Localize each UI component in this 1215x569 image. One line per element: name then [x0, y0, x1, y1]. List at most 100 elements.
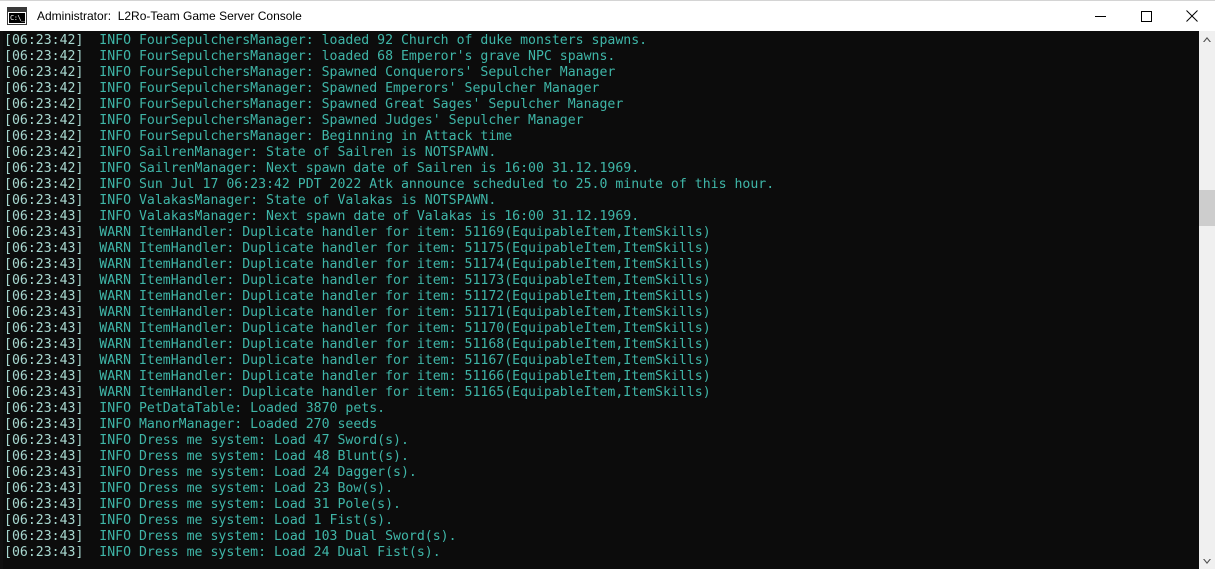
console-log-line: [06:23:42] INFO FourSepulchersManager: l…	[4, 49, 1194, 65]
window-controls	[1077, 1, 1215, 32]
log-message: WARN ItemHandler: Duplicate handler for …	[83, 241, 711, 256]
log-message: INFO Dress me system: Load 48 Blunt(s).	[83, 449, 409, 464]
chevron-down-icon	[1203, 558, 1211, 564]
log-message: WARN ItemHandler: Duplicate handler for …	[83, 305, 711, 320]
console-log-line: [06:23:42] INFO SailrenManager: State of…	[4, 145, 1194, 161]
log-timestamp: [06:23:42]	[4, 65, 84, 80]
console-log-line: [06:23:43] WARN ItemHandler: Duplicate h…	[4, 273, 1194, 289]
log-message: INFO ValakasManager: State of Valakas is…	[83, 193, 497, 208]
log-timestamp: [06:23:43]	[4, 337, 84, 352]
log-timestamp: [06:23:42]	[4, 81, 84, 96]
log-message: INFO FourSepulchersManager: loaded 68 Em…	[83, 49, 616, 64]
log-timestamp: [06:23:43]	[4, 529, 84, 544]
minimize-icon	[1094, 15, 1106, 17]
log-timestamp: [06:23:42]	[4, 97, 84, 112]
log-message: INFO Dress me system: Load 24 Dual Fist(…	[83, 545, 441, 560]
close-icon	[1186, 10, 1198, 22]
log-timestamp: [06:23:43]	[4, 209, 84, 224]
console-log-lines: [06:23:42] INFO FourSepulchersManager: l…	[4, 33, 1194, 561]
console-log-line: [06:23:43] INFO Dress me system: Load 48…	[4, 449, 1194, 465]
log-message: WARN ItemHandler: Duplicate handler for …	[83, 321, 711, 336]
console-log-line: [06:23:43] INFO ValakasManager: State of…	[4, 193, 1194, 209]
console-log-line: [06:23:43] INFO Dress me system: Load 1 …	[4, 513, 1194, 529]
log-timestamp: [06:23:43]	[4, 449, 84, 464]
maximize-icon	[1140, 10, 1152, 22]
log-timestamp: [06:23:42]	[4, 33, 84, 48]
log-timestamp: [06:23:43]	[4, 305, 84, 320]
scrollbar-down-button[interactable]	[1199, 552, 1215, 569]
scrollbar-up-button[interactable]	[1199, 31, 1215, 48]
close-button[interactable]	[1169, 1, 1215, 32]
log-message: WARN ItemHandler: Duplicate handler for …	[83, 273, 711, 288]
console-log-line: [06:23:43] INFO PetDataTable: Loaded 387…	[4, 401, 1194, 417]
log-message: WARN ItemHandler: Duplicate handler for …	[83, 337, 711, 352]
scrollbar-track[interactable]	[1199, 48, 1215, 552]
console-log-line: [06:23:43] WARN ItemHandler: Duplicate h…	[4, 337, 1194, 353]
log-timestamp: [06:23:43]	[4, 417, 84, 432]
log-timestamp: [06:23:43]	[4, 481, 84, 496]
console-output-area[interactable]: [06:23:42] INFO FourSepulchersManager: l…	[0, 31, 1215, 569]
log-timestamp: [06:23:42]	[4, 177, 84, 192]
console-log-line: [06:23:43] INFO ValakasManager: Next spa…	[4, 209, 1194, 225]
log-timestamp: [06:23:43]	[4, 353, 84, 368]
console-log-line: [06:23:43] WARN ItemHandler: Duplicate h…	[4, 369, 1194, 385]
console-left-border	[0, 31, 3, 569]
log-message: WARN ItemHandler: Duplicate handler for …	[83, 385, 711, 400]
log-message: WARN ItemHandler: Duplicate handler for …	[83, 369, 711, 384]
log-timestamp: [06:23:43]	[4, 193, 84, 208]
maximize-button[interactable]	[1123, 1, 1169, 32]
log-timestamp: [06:23:43]	[4, 289, 84, 304]
log-timestamp: [06:23:43]	[4, 385, 84, 400]
log-message: INFO Dress me system: Load 103 Dual Swor…	[83, 529, 457, 544]
log-timestamp: [06:23:43]	[4, 497, 84, 512]
console-log-line: [06:23:43] WARN ItemHandler: Duplicate h…	[4, 257, 1194, 273]
log-message: INFO Dress me system: Load 47 Sword(s).	[83, 433, 409, 448]
log-timestamp: [06:23:42]	[4, 145, 84, 160]
log-message: INFO Dress me system: Load 1 Fist(s).	[83, 513, 394, 528]
console-log-line: [06:23:43] INFO Dress me system: Load 47…	[4, 433, 1194, 449]
log-timestamp: [06:23:43]	[4, 433, 84, 448]
log-message: INFO Dress me system: Load 31 Pole(s).	[83, 497, 401, 512]
console-log-line: [06:23:43] INFO Dress me system: Load 10…	[4, 529, 1194, 545]
log-timestamp: [06:23:43]	[4, 321, 84, 336]
console-log-line: [06:23:43] INFO Dress me system: Load 24…	[4, 545, 1194, 561]
minimize-button[interactable]	[1077, 1, 1123, 32]
log-message: INFO FourSepulchersManager: Beginning in…	[83, 129, 513, 144]
log-timestamp: [06:23:43]	[4, 369, 84, 384]
console-app-icon-glyph: C:\_	[9, 13, 25, 23]
console-log-line: [06:23:42] INFO SailrenManager: Next spa…	[4, 161, 1194, 177]
log-message: WARN ItemHandler: Duplicate handler for …	[83, 225, 711, 240]
log-timestamp: [06:23:43]	[4, 545, 84, 560]
console-log-line: [06:23:43] WARN ItemHandler: Duplicate h…	[4, 385, 1194, 401]
console-log-line: [06:23:43] WARN ItemHandler: Duplicate h…	[4, 225, 1194, 241]
log-message: INFO ValakasManager: Next spawn date of …	[83, 209, 640, 224]
log-timestamp: [06:23:42]	[4, 161, 84, 176]
console-window: C:\_ Administrator: L2Ro-Team Game Serve…	[0, 0, 1215, 569]
log-timestamp: [06:23:42]	[4, 113, 84, 128]
console-scrollbar[interactable]	[1199, 31, 1215, 569]
chevron-up-icon	[1203, 36, 1211, 42]
log-timestamp: [06:23:43]	[4, 465, 84, 480]
console-log-line: [06:23:43] INFO Dress me system: Load 24…	[4, 465, 1194, 481]
console-app-icon: C:\_	[7, 7, 27, 25]
log-timestamp: [06:23:43]	[4, 241, 84, 256]
console-log-line: [06:23:43] WARN ItemHandler: Duplicate h…	[4, 321, 1194, 337]
log-message: INFO Dress me system: Load 23 Bow(s).	[83, 481, 394, 496]
console-log-line: [06:23:43] INFO Dress me system: Load 23…	[4, 481, 1194, 497]
log-message: INFO Sun Jul 17 06:23:42 PDT 2022 Atk an…	[83, 177, 775, 192]
log-message: INFO ManorManager: Loaded 270 seeds	[83, 417, 378, 432]
log-message: INFO FourSepulchersManager: loaded 92 Ch…	[83, 33, 648, 48]
console-log-line: [06:23:42] INFO FourSepulchersManager: S…	[4, 65, 1194, 81]
log-message: INFO SailrenManager: Next spawn date of …	[83, 161, 640, 176]
console-log-line: [06:23:42] INFO FourSepulchersManager: S…	[4, 81, 1194, 97]
scrollbar-thumb[interactable]	[1199, 190, 1215, 226]
console-app-icon-bar	[8, 8, 26, 12]
title-bar[interactable]: C:\_ Administrator: L2Ro-Team Game Serve…	[0, 0, 1215, 31]
log-message: INFO SailrenManager: State of Sailren is…	[83, 145, 497, 160]
title-bar-left: C:\_ Administrator: L2Ro-Team Game Serve…	[0, 7, 1077, 25]
log-message: INFO FourSepulchersManager: Spawned Conq…	[83, 65, 616, 80]
log-message: INFO FourSepulchersManager: Spawned Grea…	[83, 97, 624, 112]
log-timestamp: [06:23:43]	[4, 273, 84, 288]
console-log-line: [06:23:42] INFO FourSepulchersManager: l…	[4, 33, 1194, 49]
log-message: INFO PetDataTable: Loaded 3870 pets.	[83, 401, 386, 416]
